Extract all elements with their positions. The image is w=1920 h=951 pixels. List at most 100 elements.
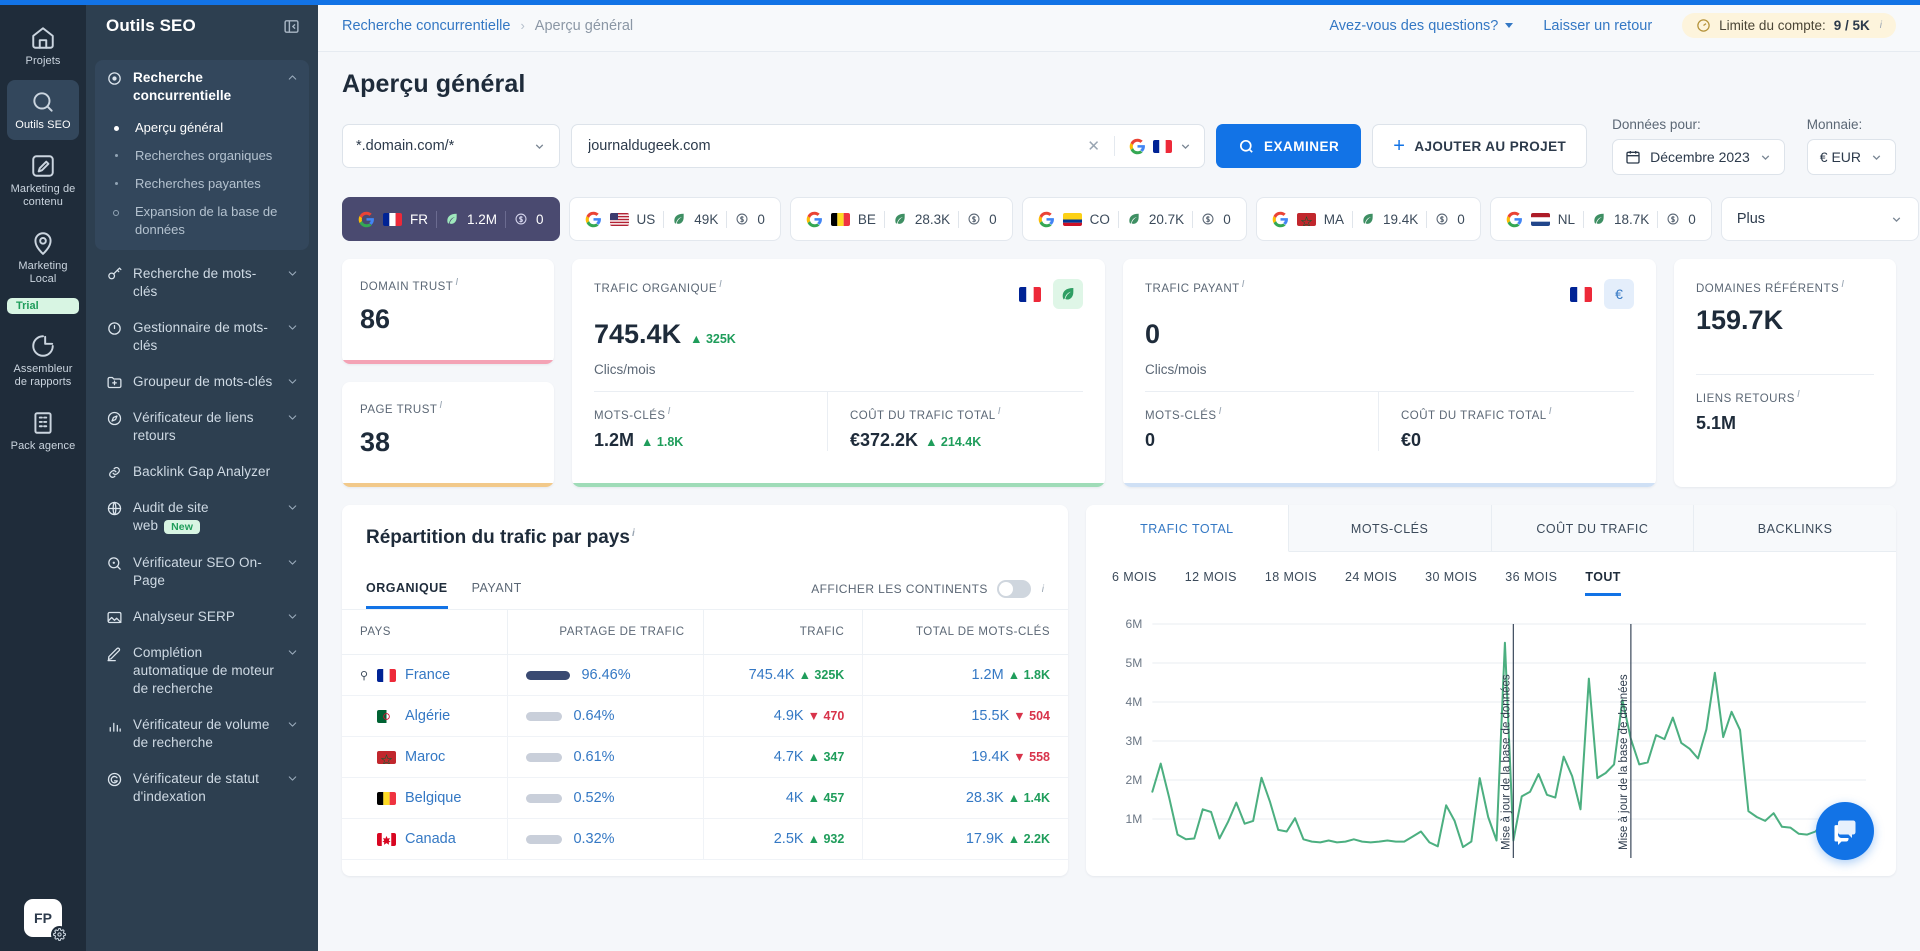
rail-item-marketing-local[interactable]: Marketing Local bbox=[7, 221, 79, 294]
info-icon[interactable]: i bbox=[719, 279, 722, 290]
leaf-icon[interactable] bbox=[1053, 279, 1083, 309]
chevron-down-icon[interactable] bbox=[286, 411, 299, 424]
sidebar-item-v-rificateur-de-statut-d-indexation[interactable]: Vérificateur de statut d'indexation bbox=[95, 761, 309, 815]
chevron-down-icon[interactable] bbox=[286, 375, 299, 388]
country-chip-code: BE bbox=[857, 211, 876, 227]
sidebar-item-audit-de-site-web[interactable]: Audit de site web New bbox=[95, 490, 309, 545]
info-icon[interactable]: i bbox=[1242, 279, 1245, 290]
traffic-line-chart[interactable]: 1M 2M 3M 4M 5M 6M Mise à jour de la base de do… bbox=[1108, 614, 1874, 876]
country-chip-co[interactable]: CO 20.7K 0 bbox=[1021, 197, 1247, 241]
breadcrumb-parent[interactable]: Recherche concurrentielle bbox=[342, 18, 510, 34]
chat-bubble-icon[interactable] bbox=[1816, 802, 1874, 860]
sidebar-item-v-rificateur-de-volume-de-recherche[interactable]: Vérificateur de volume de recherche bbox=[95, 707, 309, 761]
sidebar-group-header[interactable]: Recherche concurrentielle bbox=[95, 60, 309, 114]
search-mode-select[interactable]: *.domain.com/* bbox=[342, 124, 560, 168]
chevron-down-icon[interactable] bbox=[286, 267, 299, 280]
table-row[interactable]: ⚲ France 96.46% 745.4K ▲ 325K 1.2M ▲ 1.8… bbox=[342, 654, 1068, 696]
sidebar-item-backlink-gap-analyzer[interactable]: Backlink Gap Analyzer bbox=[95, 454, 309, 490]
table-row[interactable]: Canada 0.32% 2.5K ▲ 932 17.9K ▲ 2.2K bbox=[342, 818, 1068, 860]
info-icon[interactable]: i bbox=[455, 277, 458, 288]
search-input[interactable] bbox=[588, 138, 1074, 154]
chart-range-30-mois[interactable]: 30 MOIS bbox=[1425, 570, 1477, 596]
sidebar-item-recherches-payantes[interactable]: Recherches payantes bbox=[95, 170, 309, 198]
questions-menu[interactable]: Avez-vous des questions? bbox=[1329, 18, 1514, 34]
close-icon[interactable]: ✕ bbox=[1083, 137, 1104, 155]
flag-be-icon bbox=[377, 791, 396, 805]
chart-range-36-mois[interactable]: 36 MOIS bbox=[1505, 570, 1557, 596]
add-to-project-button[interactable]: + AJOUTER AU PROJET bbox=[1372, 124, 1588, 168]
data-for-select[interactable]: Décembre 2023 bbox=[1612, 139, 1785, 175]
sidebar-item-gestionnaire-de-mots-cl-s[interactable]: Gestionnaire de mots-clés bbox=[95, 310, 309, 364]
country-chip-fr[interactable]: FR 1.2M 0 bbox=[342, 197, 560, 241]
info-icon[interactable]: i bbox=[632, 528, 635, 539]
sidebar-item-v-rificateur-de-liens-retours[interactable]: Vérificateur de liens retours bbox=[95, 400, 309, 454]
chevron-down-icon[interactable] bbox=[286, 501, 299, 514]
organic-keywords-delta: ▲ 1.8K bbox=[641, 434, 684, 449]
sidebar-item-expansion-de-la-base-de-donn-es[interactable]: Expansion de la base de données bbox=[95, 198, 309, 244]
sidebar-item-recherches-organiques[interactable]: Recherches organiques bbox=[95, 142, 309, 170]
rail-item-assembleur-de-rapports[interactable]: Assembleur de rapports bbox=[7, 324, 79, 397]
country-chip-be[interactable]: BE 28.3K 0 bbox=[789, 197, 1013, 241]
rail-footer: FP bbox=[0, 899, 86, 943]
country-chip-us[interactable]: US 49K 0 bbox=[568, 197, 781, 241]
rail-item-pack-agence[interactable]: Pack agence bbox=[7, 401, 79, 461]
table-row[interactable]: Maroc 0.61% 4.7K ▲ 347 19.4K ▼ 558 bbox=[342, 736, 1068, 778]
country-link[interactable]: Algérie bbox=[360, 708, 489, 724]
euro-icon[interactable]: € bbox=[1604, 279, 1634, 309]
chart-range-18-mois[interactable]: 18 MOIS bbox=[1265, 570, 1317, 596]
chevron-down-icon[interactable] bbox=[286, 321, 299, 334]
chevron-down-icon[interactable] bbox=[286, 718, 299, 731]
chart-range-tout[interactable]: TOUT bbox=[1585, 570, 1621, 596]
info-icon[interactable]: i bbox=[1880, 20, 1882, 31]
country-link[interactable]: ⚲ France bbox=[360, 667, 489, 683]
info-icon[interactable]: i bbox=[439, 400, 442, 411]
sidebar-item-v-rificateur-seo-on-page[interactable]: Vérificateur SEO On-Page bbox=[95, 545, 309, 599]
info-icon[interactable]: i bbox=[1841, 279, 1844, 290]
feedback-link[interactable]: Laisser un retour bbox=[1543, 18, 1652, 34]
chart-tab-mots-cl-s[interactable]: MOTS-CLÉS bbox=[1289, 505, 1492, 551]
account-limit-badge[interactable]: Limite du compte: 9 / 5K i bbox=[1682, 13, 1896, 38]
table-row[interactable]: Algérie 0.64% 4.9K ▼ 470 15.5K ▼ 504 bbox=[342, 695, 1068, 737]
more-countries-select[interactable]: Plus bbox=[1720, 197, 1919, 241]
chart-tab-backlinks[interactable]: BACKLINKS bbox=[1694, 505, 1896, 551]
sidebar-item-recherche-de-mots-cl-s[interactable]: Recherche de mots-clés bbox=[95, 256, 309, 310]
sidebar-item-groupeur-de-mots-cl-s[interactable]: Groupeur de mots-clés bbox=[95, 364, 309, 400]
table-row[interactable]: Belgique 0.52% 4K ▲ 457 28.3K ▲ 1.4K bbox=[342, 777, 1068, 819]
currency-select[interactable]: € EUR bbox=[1806, 139, 1896, 175]
traffic-tab-payant[interactable]: PAYANT bbox=[472, 569, 522, 609]
chevron-down-icon[interactable] bbox=[286, 610, 299, 623]
examine-button[interactable]: EXAMINER bbox=[1215, 124, 1362, 168]
engine-locale-picker[interactable] bbox=[1125, 138, 1192, 155]
traffic-tab-organique[interactable]: ORGANIQUE bbox=[366, 569, 448, 609]
gear-icon[interactable] bbox=[51, 926, 68, 943]
rail-item-outils-seo[interactable]: Outils SEO bbox=[7, 80, 79, 140]
country-link[interactable]: Maroc bbox=[360, 749, 489, 765]
sidebar-item-compl-tion-automatique-de-moteur-de-recherche[interactable]: Complétion automatique de moteur de rech… bbox=[95, 635, 309, 707]
chart-tab-co-t-du-trafic[interactable]: COÛT DU TRAFIC bbox=[1492, 505, 1695, 551]
country-chip-ma[interactable]: MA 19.4K 0 bbox=[1255, 197, 1481, 241]
country-chip-nl[interactable]: NL 18.7K 0 bbox=[1489, 197, 1712, 241]
continents-toggle[interactable] bbox=[996, 580, 1031, 598]
info-icon[interactable]: i bbox=[668, 406, 671, 417]
sidebar-item-aper-u-g-n-ral[interactable]: Aperçu général bbox=[95, 114, 309, 142]
chart-range-6-mois[interactable]: 6 MOIS bbox=[1112, 570, 1157, 596]
info-icon[interactable]: i bbox=[1042, 584, 1044, 595]
chart-tab-trafic-total[interactable]: TRAFIC TOTAL bbox=[1086, 505, 1289, 552]
collapse-panel-icon[interactable] bbox=[283, 18, 300, 35]
info-icon[interactable]: i bbox=[1549, 406, 1552, 417]
rail-item-marketing-de-contenu[interactable]: Marketing de contenu bbox=[7, 144, 79, 217]
data-for-group: Données pour: Décembre 2023 bbox=[1612, 117, 1785, 175]
sidebar-item-analyseur-serp[interactable]: Analyseur SERP bbox=[95, 599, 309, 635]
info-icon[interactable]: i bbox=[1797, 389, 1800, 400]
chevron-down-icon[interactable] bbox=[286, 556, 299, 569]
chart-range-12-mois[interactable]: 12 MOIS bbox=[1185, 570, 1237, 596]
info-icon[interactable]: i bbox=[1219, 406, 1222, 417]
chevron-down-icon[interactable] bbox=[286, 646, 299, 659]
country-link[interactable]: Canada bbox=[360, 831, 489, 847]
chevron-up-icon[interactable] bbox=[286, 71, 299, 84]
chart-range-24-mois[interactable]: 24 MOIS bbox=[1345, 570, 1397, 596]
chevron-down-icon[interactable] bbox=[286, 772, 299, 785]
country-link[interactable]: Belgique bbox=[360, 790, 489, 806]
info-icon[interactable]: i bbox=[998, 406, 1001, 417]
rail-item-projets[interactable]: Projets bbox=[7, 16, 79, 76]
